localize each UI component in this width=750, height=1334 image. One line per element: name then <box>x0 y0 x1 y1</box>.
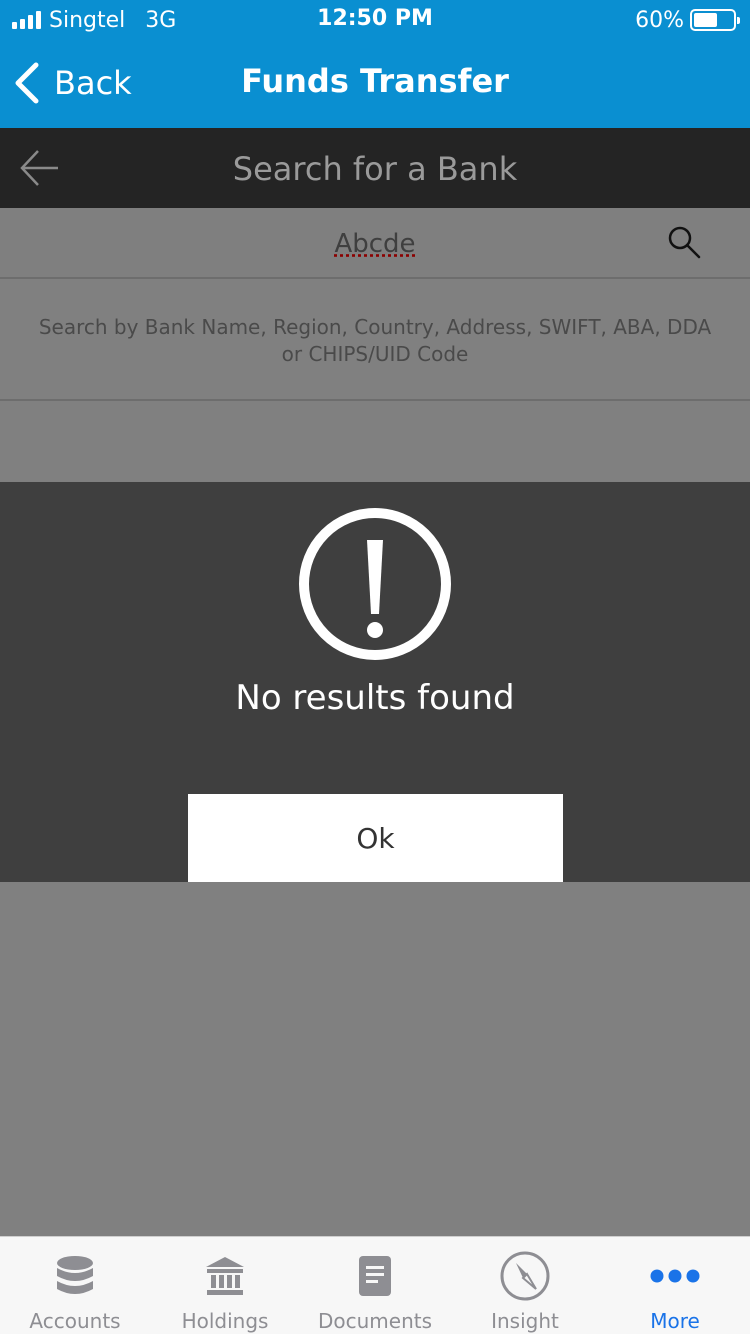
status-bar: Singtel 3G 12:50 PM 60% <box>0 0 750 40</box>
database-icon <box>57 1256 93 1294</box>
tab-insight[interactable]: Insight <box>450 1237 600 1334</box>
tab-label: Documents <box>317 1309 433 1333</box>
battery-icon <box>690 9 740 31</box>
search-row <box>0 208 750 279</box>
bank-icon <box>206 1257 244 1295</box>
dialog-message: No results found <box>235 678 515 718</box>
tab-label: Holdings <box>181 1309 269 1333</box>
tab-more[interactable]: More <box>600 1237 750 1334</box>
exclamation-circle-icon <box>299 508 451 660</box>
tab-label: Accounts <box>29 1309 121 1333</box>
tab-bar: Accounts Holdings Documents Insight More <box>0 1236 750 1334</box>
ok-button[interactable]: Ok <box>188 794 563 882</box>
search-header-title: Search for a Bank <box>232 150 518 188</box>
bank-search-input[interactable] <box>120 224 630 264</box>
search-hint: Search by Bank Name, Region, Country, Ad… <box>0 280 750 401</box>
tab-documents[interactable]: Documents <box>300 1237 450 1334</box>
compass-icon <box>500 1251 550 1301</box>
no-results-dialog: No results found Ok <box>0 482 750 882</box>
tab-holdings[interactable]: Holdings <box>150 1237 300 1334</box>
navigation-bar: Back Funds Transfer <box>0 40 750 128</box>
search-icon[interactable] <box>666 224 702 260</box>
tab-label: More <box>650 1309 700 1333</box>
document-icon <box>359 1256 391 1296</box>
battery-percent: 60% <box>635 7 684 33</box>
page-title: Funds Transfer <box>241 62 509 100</box>
tab-accounts[interactable]: Accounts <box>0 1237 150 1334</box>
more-icon <box>650 1269 700 1283</box>
search-header: Search for a Bank <box>0 128 750 208</box>
tab-label: Insight <box>491 1309 559 1333</box>
